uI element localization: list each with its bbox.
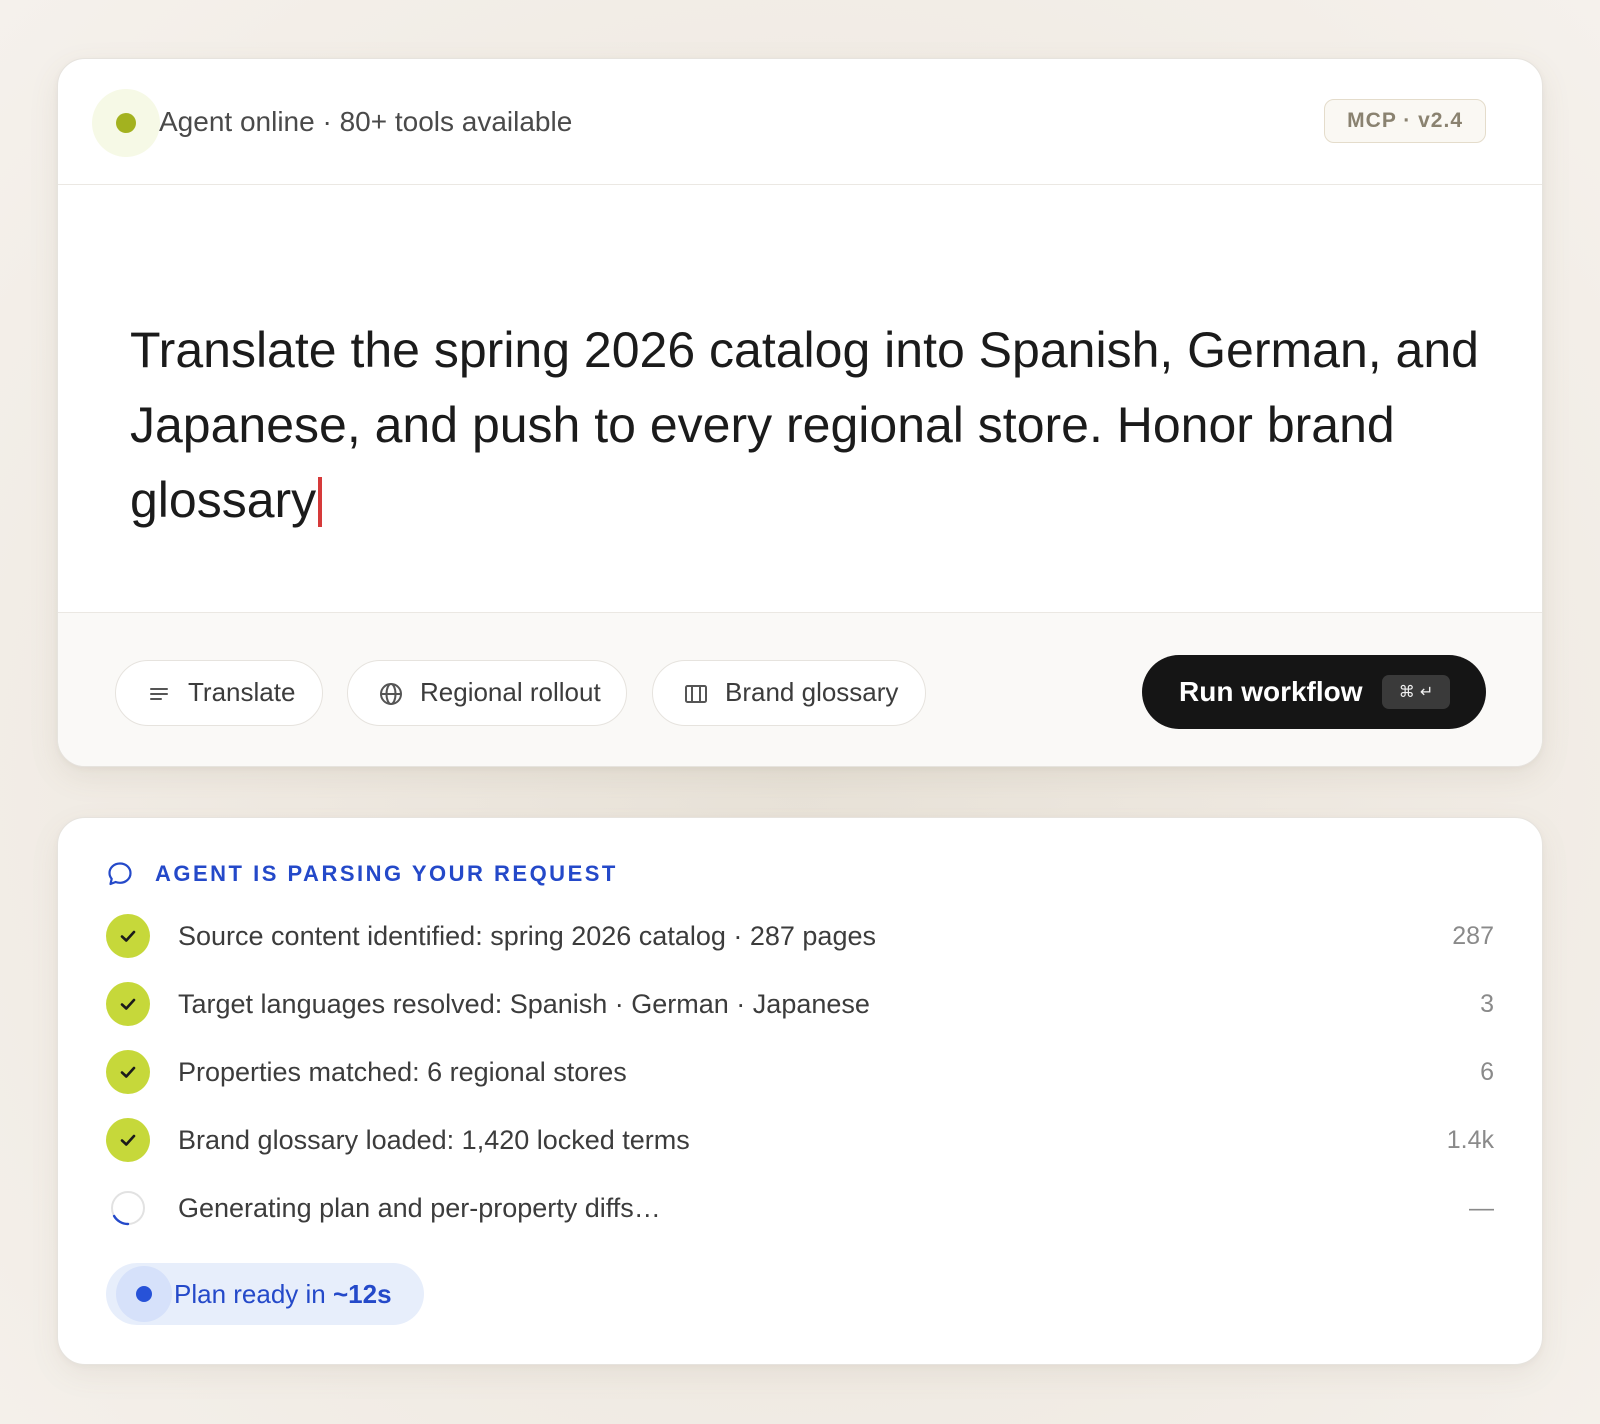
prompt-input[interactable]: Translate the spring 2026 catalog into S… xyxy=(130,313,1480,538)
brand-glossary-chip-label: Brand glossary xyxy=(725,677,899,707)
tools-available: 80+ tools available xyxy=(339,106,573,137)
step-count: — xyxy=(1469,1194,1494,1222)
translate-chip[interactable]: Translate xyxy=(115,660,323,726)
agent-progress-card: AGENT IS PARSING YOUR REQUEST Source con… xyxy=(57,817,1543,1365)
step-text: Brand glossary loaded: 1,420 locked term… xyxy=(178,1125,690,1155)
composer-card: Agent online · 80+ tools available MCP ·… xyxy=(57,58,1543,767)
composer-toolbar: Translate Regional rollout Brand glossar… xyxy=(58,612,1542,766)
step-count: 287 xyxy=(1452,922,1494,950)
regional-rollout-chip-label: Regional rollout xyxy=(420,677,601,707)
step-text: Source content identified: spring 2026 c… xyxy=(178,921,876,951)
version-badge: MCP · v2.4 xyxy=(1324,99,1486,143)
step-list: Source content identified: spring 2026 c… xyxy=(106,914,1494,1254)
eta-text: Plan ready in ~12s xyxy=(174,1263,392,1325)
step-text: Target languages resolved: Spanish · Ger… xyxy=(178,989,870,1019)
eta-halo xyxy=(116,1266,172,1322)
step-item: Target languages resolved: Spanish · Ger… xyxy=(106,982,1494,1050)
composer-header: Agent online · 80+ tools available MCP ·… xyxy=(58,59,1542,185)
chat-bubble-icon xyxy=(108,862,132,886)
status-dot-icon xyxy=(116,113,136,133)
step-item: Brand glossary loaded: 1,420 locked term… xyxy=(106,1118,1494,1186)
translate-chip-label: Translate xyxy=(188,677,296,707)
eta-prefix: Plan ready in xyxy=(174,1279,333,1309)
step-count: 3 xyxy=(1480,990,1494,1018)
check-circle-icon xyxy=(106,1118,150,1162)
brand-glossary-chip[interactable]: Brand glossary xyxy=(652,660,926,726)
check-circle-icon xyxy=(106,1050,150,1094)
prompt-text: Translate the spring 2026 catalog into S… xyxy=(130,322,1479,528)
step-count: 1.4k xyxy=(1446,1126,1494,1154)
progress-heading: AGENT IS PARSING YOUR REQUEST xyxy=(155,861,618,886)
spinner-icon xyxy=(111,1191,145,1226)
book-icon xyxy=(685,685,707,703)
step-item: Generating plan and per-property diffs… … xyxy=(106,1186,1494,1254)
step-item: Source content identified: spring 2026 c… xyxy=(106,914,1494,982)
keyboard-shortcut-icon: ⌘ ↵ xyxy=(1382,675,1450,709)
regional-rollout-chip[interactable]: Regional rollout xyxy=(347,660,627,726)
step-text: Generating plan and per-property diffs… xyxy=(178,1193,661,1223)
step-item: Properties matched: 6 regional stores 6 xyxy=(106,1050,1494,1118)
agent-status: Agent online · 80+ tools available xyxy=(159,105,572,139)
lines-icon xyxy=(150,688,168,700)
step-count: 6 xyxy=(1480,1058,1494,1086)
plan-eta-badge: Plan ready in ~12s xyxy=(106,1263,424,1325)
status-separator: · xyxy=(322,106,332,137)
globe-icon xyxy=(380,683,402,705)
status-indicator xyxy=(92,89,160,157)
check-circle-icon xyxy=(106,914,150,958)
agent-status-label: Agent online xyxy=(159,106,315,137)
eta-dot-icon xyxy=(136,1286,152,1302)
run-workflow-label: Run workflow xyxy=(1179,676,1363,707)
run-workflow-button[interactable]: Run workflow ⌘ ↵ xyxy=(1142,655,1486,729)
text-caret xyxy=(318,477,323,527)
check-circle-icon xyxy=(106,982,150,1026)
eta-value: ~12s xyxy=(332,1279,392,1309)
step-text: Properties matched: 6 regional stores xyxy=(178,1057,627,1087)
